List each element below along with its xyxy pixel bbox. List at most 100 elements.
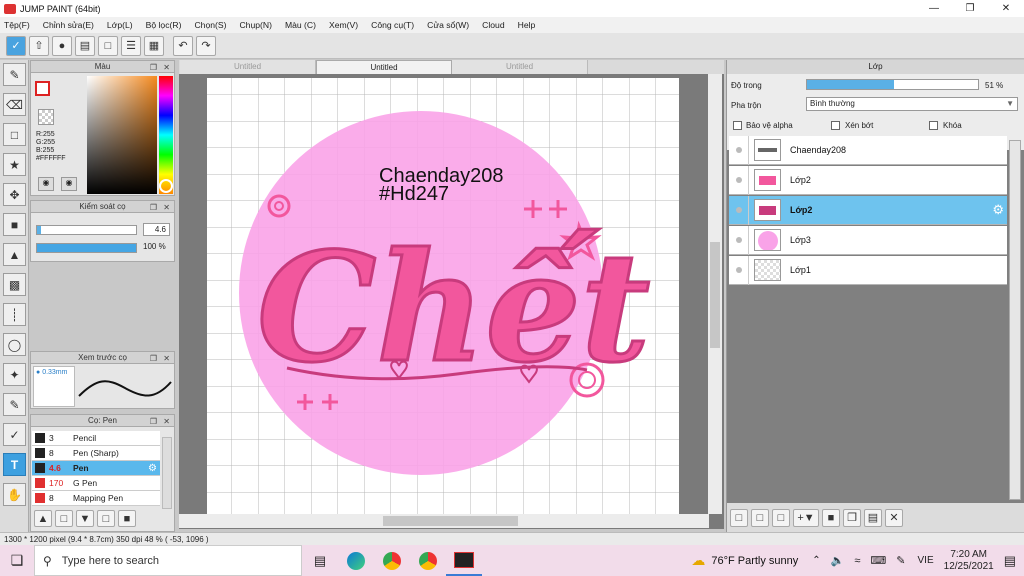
lock-checkbox[interactable] <box>929 121 938 130</box>
menu-select[interactable]: Chọn(S) <box>194 20 226 30</box>
layer-row-chaenday[interactable]: Chaenday208 <box>729 135 1007 165</box>
tab-untitled-3[interactable]: Untitled <box>452 60 588 74</box>
blend-mode-select[interactable]: Bình thường ▼ <box>806 97 1018 111</box>
layer-row-lop1[interactable]: Lớp1 <box>729 255 1007 285</box>
hand-tool-icon[interactable]: ✋ <box>3 483 26 506</box>
transparent-swatch[interactable] <box>38 109 54 125</box>
new-layer-icon[interactable]: □ <box>730 508 748 527</box>
menu-help[interactable]: Help <box>518 20 536 30</box>
gradient-tool-icon[interactable]: ▩ <box>3 273 26 296</box>
speaker-icon[interactable]: 🔈 <box>831 554 845 567</box>
tree-icon[interactable]: ▲ <box>34 510 52 527</box>
menu-color[interactable]: Màu (C) <box>285 20 316 30</box>
protect-alpha-checkbox[interactable] <box>733 121 742 130</box>
edit-tool-icon[interactable]: ✎ <box>3 393 26 416</box>
bucket-tool-icon[interactable]: ▲ <box>3 243 26 266</box>
brush-list-item[interactable]: 8 Mapping Pen <box>32 491 160 506</box>
brush-settings-icon[interactable]: □ <box>97 510 115 527</box>
layer-row-lop2-selected[interactable]: Lớp2 ⚙ <box>729 195 1007 225</box>
brush-size-slider[interactable] <box>36 225 137 235</box>
notification-icon[interactable]: ▤ <box>1004 553 1016 569</box>
chevron-up-icon[interactable]: ⌃ <box>812 555 820 566</box>
brush-menu-icon[interactable]: ▼ <box>76 510 94 527</box>
close-button[interactable]: ✕ <box>988 0 1024 17</box>
folder-layer-icon[interactable]: ■ <box>822 508 840 527</box>
move-tool-icon[interactable]: ✥ <box>3 183 26 206</box>
menu-tools[interactable]: Công cụ(T) <box>371 20 414 30</box>
clip-checkbox[interactable] <box>831 121 840 130</box>
duplicate-layer-icon[interactable]: ❐ <box>843 508 861 527</box>
layer-opacity-slider[interactable] <box>806 79 979 90</box>
undo-icon[interactable]: ↶ <box>173 35 193 56</box>
menu-file[interactable]: Tệp(F) <box>4 20 30 30</box>
text-tool-icon[interactable]: T <box>3 453 26 476</box>
layer-row-lop2-a[interactable]: Lớp2 <box>729 165 1007 195</box>
menu-cloud[interactable]: Cloud <box>482 20 504 30</box>
message-icon[interactable]: ▤ <box>75 35 95 56</box>
brush-list-item[interactable]: 170 G Pen <box>32 476 160 491</box>
select-tool-icon[interactable]: ┊ <box>3 303 26 326</box>
visibility-icon[interactable] <box>729 165 749 195</box>
brush-settings-gear-icon[interactable]: ⚙ <box>148 463 157 474</box>
layer-row-lop3[interactable]: Lớp3 <box>729 225 1007 255</box>
foreground-swatch[interactable] <box>35 81 50 96</box>
language-indicator[interactable]: VIE <box>918 555 934 566</box>
palette-icon[interactable]: ◉ <box>38 177 54 191</box>
wifi-icon[interactable]: ≈ <box>854 555 860 567</box>
keyboard-icon[interactable]: ⌨ <box>870 554 886 567</box>
merge-layer-icon[interactable]: ▤ <box>864 508 882 527</box>
minimize-button[interactable]: — <box>916 0 952 17</box>
fill-rect-tool-icon[interactable]: ■ <box>3 213 26 236</box>
folder-icon[interactable]: ■ <box>118 510 136 527</box>
tab-untitled-active[interactable]: Untitled <box>316 60 452 74</box>
visibility-icon[interactable] <box>729 225 749 255</box>
saturation-value-picker[interactable] <box>87 76 157 194</box>
brush-opacity-slider[interactable] <box>36 243 137 253</box>
eyedropper-small-icon[interactable]: ◉ <box>61 177 77 191</box>
menu-edit[interactable]: Chỉnh sửa(E) <box>43 20 94 30</box>
wand-tool-icon[interactable]: ★ <box>3 153 26 176</box>
horizontal-scroll-thumb[interactable] <box>383 516 518 526</box>
share-icon[interactable]: ⇧ <box>29 35 49 56</box>
vertical-scrollbar[interactable] <box>708 74 722 514</box>
chrome-icon-2[interactable] <box>410 545 446 576</box>
visibility-icon[interactable] <box>729 135 749 165</box>
jump-paint-taskbar-icon[interactable] <box>446 545 482 576</box>
layer-settings-icon[interactable]: ⚙ <box>992 202 1004 218</box>
document-icon[interactable]: □ <box>98 35 118 56</box>
eyedropper-icon[interactable]: ✓ <box>3 423 26 446</box>
tab-untitled-1[interactable]: Untitled <box>180 60 316 74</box>
menu-layer[interactable]: Lớp(L) <box>107 20 133 30</box>
menu-filter[interactable]: Bộ lọc(R) <box>146 20 182 30</box>
delete-layer-icon[interactable]: ✕ <box>885 508 903 527</box>
redo-icon[interactable]: ↷ <box>196 35 216 56</box>
visibility-icon[interactable] <box>729 255 749 285</box>
weather-text[interactable]: 76°F Partly sunny <box>711 555 798 567</box>
grid-icon[interactable]: ▦ <box>144 35 164 56</box>
brush-list-item[interactable]: 3 Pencil <box>32 431 160 446</box>
brush-size-value[interactable]: 4.6 <box>143 223 170 236</box>
menu-capture[interactable]: Chụp(N) <box>239 20 271 30</box>
chrome-icon[interactable] <box>374 545 410 576</box>
add-layer-menu-icon[interactable]: +▼ <box>793 508 819 527</box>
horizontal-scrollbar[interactable] <box>179 514 709 528</box>
pen-input-icon[interactable]: ✎ <box>896 554 905 567</box>
pen-tool-icon[interactable]: ✎ <box>3 63 26 86</box>
menu-window[interactable]: Cửa sổ(W) <box>427 20 469 30</box>
list-icon[interactable]: ☰ <box>121 35 141 56</box>
menu-view[interactable]: Xem(V) <box>329 20 358 30</box>
brush-list-scrollbar[interactable] <box>162 437 172 509</box>
maximize-button[interactable]: ❐ <box>952 0 988 17</box>
visibility-icon[interactable] <box>729 195 749 225</box>
eraser-tool-icon[interactable]: ⌫ <box>3 93 26 116</box>
task-view-icon[interactable]: ▤ <box>302 545 338 576</box>
taskbar-search-box[interactable]: ⚲ Type here to search <box>34 545 302 576</box>
layer-scrollbar[interactable] <box>1009 140 1021 500</box>
new-brush-icon[interactable]: □ <box>55 510 73 527</box>
vertical-scroll-thumb[interactable] <box>710 242 720 348</box>
magic-wand-icon[interactable]: ✦ <box>3 363 26 386</box>
windows-start-icon[interactable]: ❏ <box>0 545 34 576</box>
chat-icon[interactable]: ● <box>52 35 72 56</box>
copy-layer-icon[interactable]: □ <box>772 508 790 527</box>
check-icon[interactable]: ✓ <box>6 35 26 56</box>
